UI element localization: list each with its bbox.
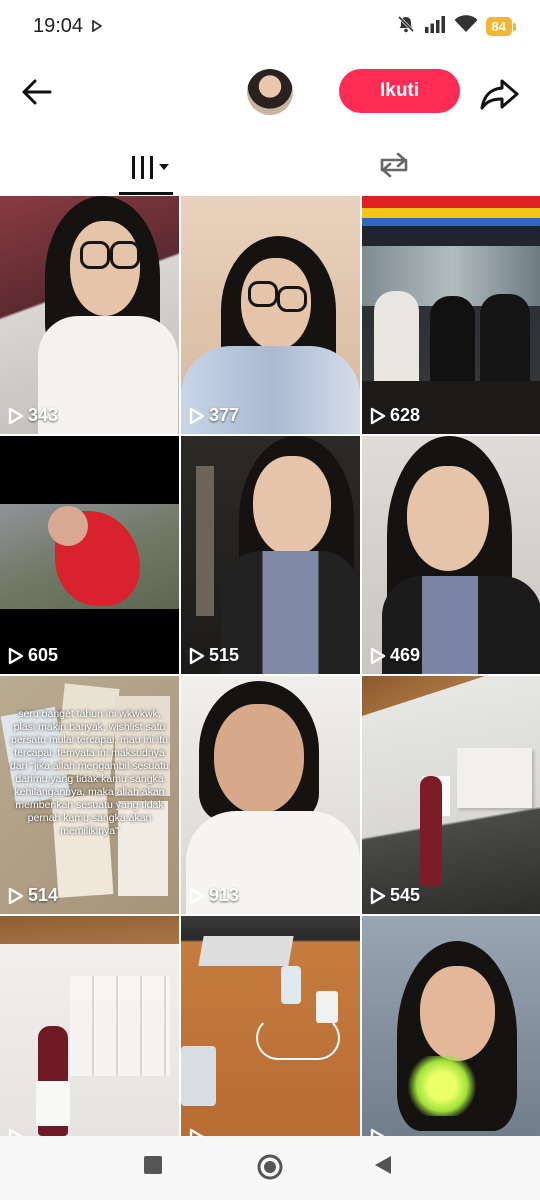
signal-icon — [424, 15, 446, 38]
video-tile[interactable]: 628 — [362, 196, 540, 434]
video-tile[interactable]: 515 — [181, 436, 360, 674]
view-count: 514 — [8, 885, 58, 906]
play-icon — [8, 407, 24, 424]
video-tile[interactable]: 545 — [362, 676, 540, 914]
play-indicator-icon — [92, 19, 103, 37]
view-count: 628 — [370, 405, 420, 426]
video-tile[interactable] — [362, 916, 540, 1136]
profile-header: Ikuti — [0, 60, 540, 122]
video-tile[interactable]: 913 — [181, 676, 360, 914]
view-count: 545 — [370, 885, 420, 906]
video-grid: 343 377 628 605 515 469 seru banget tahu… — [0, 196, 540, 1136]
view-count: 343 — [8, 405, 58, 426]
tab-videos[interactable] — [90, 140, 210, 196]
repost-icon — [380, 152, 408, 178]
play-icon — [189, 1128, 204, 1136]
view-count: 913 — [189, 885, 239, 906]
status-time: 19:04 — [33, 15, 84, 37]
view-count: 377 — [189, 405, 239, 426]
status-icons: 84 — [396, 14, 517, 39]
view-count: 515 — [189, 645, 239, 666]
video-tile[interactable]: seru banget tahun ini wkwkwk, plasi maki… — [0, 676, 179, 914]
play-icon — [8, 647, 24, 664]
tab-reposts[interactable] — [334, 140, 454, 196]
view-count: 469 — [370, 645, 420, 666]
wifi-icon — [454, 15, 478, 38]
view-count — [8, 1128, 28, 1136]
back-button[interactable] — [18, 72, 58, 112]
play-icon — [189, 887, 205, 904]
view-count: 605 — [8, 645, 58, 666]
recent-apps-button[interactable] — [142, 1154, 164, 1181]
profile-tabs — [0, 140, 540, 196]
avatar[interactable] — [247, 69, 293, 115]
play-icon — [370, 647, 386, 664]
play-icon — [189, 407, 205, 424]
share-button[interactable] — [478, 74, 522, 114]
play-icon — [8, 1128, 23, 1136]
status-bar: 19:04 84 — [0, 0, 540, 52]
mute-icon — [396, 14, 416, 39]
triangle-back-icon — [375, 1156, 391, 1174]
back-nav-button[interactable] — [372, 1154, 394, 1181]
video-caption: seru banget tahun ini wkwkwk, plasi maki… — [10, 708, 169, 837]
play-icon — [370, 1128, 385, 1136]
home-button[interactable] — [256, 1153, 284, 1186]
play-icon — [8, 887, 24, 904]
play-icon — [370, 407, 386, 424]
battery-indicator: 84 — [485, 17, 517, 36]
square-icon — [144, 1156, 162, 1174]
play-icon — [189, 647, 205, 664]
tab-active-indicator — [119, 192, 173, 195]
video-tile[interactable] — [0, 916, 179, 1136]
follow-button[interactable]: Ikuti — [339, 69, 460, 113]
home-circle-icon — [257, 1154, 283, 1180]
view-count — [189, 1128, 209, 1136]
video-tile[interactable]: 343 — [0, 196, 179, 434]
share-icon — [480, 79, 519, 110]
video-tile[interactable] — [181, 916, 360, 1136]
grid-filter-icon — [132, 156, 169, 179]
video-tile[interactable]: 377 — [181, 196, 360, 434]
play-icon — [370, 887, 386, 904]
video-tile[interactable]: 605 — [0, 436, 179, 674]
system-navigation-bar — [0, 1136, 540, 1200]
view-count — [370, 1128, 390, 1136]
video-tile[interactable]: 469 — [362, 436, 540, 674]
arrow-left-icon — [22, 79, 52, 105]
